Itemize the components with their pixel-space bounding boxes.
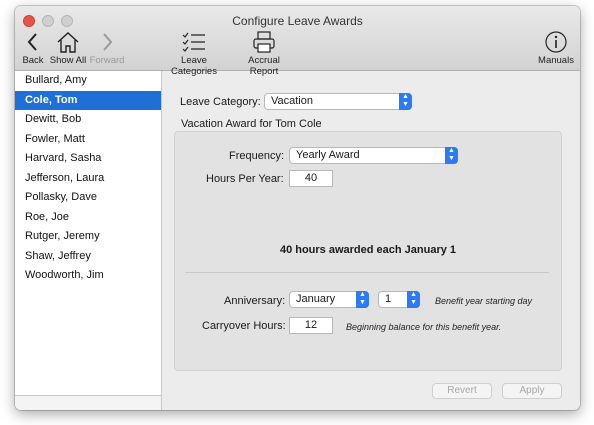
divider	[185, 272, 549, 273]
show-all-label: Show All	[49, 55, 87, 66]
employee-list-item[interactable]: Fowler, Matt	[15, 130, 161, 150]
chevron-updown-icon: ▲ ▼	[407, 291, 420, 308]
award-summary: 40 hours awarded each January 1	[279, 244, 457, 256]
frequency-label: Frequency:	[229, 150, 285, 162]
employee-list-item[interactable]: Cole, Tom	[15, 90, 161, 110]
employee-list-item[interactable]: Roe, Joe	[15, 208, 161, 228]
anniversary-month-select[interactable]: January ▲ ▼	[289, 291, 369, 308]
checklist-icon	[182, 32, 205, 52]
leave-categories-button[interactable]: Leave Categories	[159, 30, 229, 77]
manuals-button[interactable]: Manuals	[536, 30, 576, 66]
back-button[interactable]: Back	[19, 30, 47, 66]
carryover-note: Beginning balance for this benefit year.	[346, 322, 502, 332]
employee-list-item[interactable]: Harvard, Sasha	[15, 149, 161, 169]
employee-list-item[interactable]: Pollasky, Dave	[15, 188, 161, 208]
back-label: Back	[22, 55, 44, 66]
home-icon	[57, 32, 79, 53]
accrual-report-button[interactable]: Accrual Report	[233, 30, 295, 77]
chevron-left-icon	[27, 33, 37, 51]
manuals-label: Manuals	[538, 55, 574, 66]
titlebar: Configure Leave Awards Back Show All For…	[15, 6, 580, 77]
employee-list-item[interactable]: Woodworth, Jim	[15, 266, 161, 286]
employee-list-item[interactable]: Bullard, Amy	[15, 71, 161, 91]
printer-icon	[253, 31, 275, 53]
employee-list-item[interactable]: Jefferson, Laura	[15, 169, 161, 189]
info-icon	[545, 31, 567, 53]
chevron-updown-icon: ▲ ▼	[445, 147, 458, 164]
chevron-updown-icon: ▲ ▼	[399, 93, 412, 110]
employee-list: Bullard, Amy Cole, Tom Dewitt, Bob Fowler, …	[15, 71, 162, 410]
anniversary-label: Anniversary:	[224, 295, 286, 307]
apply-button[interactable]: Apply	[502, 383, 562, 399]
anniversary-day-select[interactable]: 1 ▲ ▼	[378, 291, 420, 308]
award-heading: Vacation Award for Tom Cole	[181, 118, 322, 130]
leave-category-select[interactable]: Vacation ▲ ▼	[264, 93, 412, 110]
forward-label: Forward	[89, 55, 125, 66]
leave-category-value: Vacation	[271, 95, 313, 107]
leave-category-label: Leave Category:	[180, 96, 261, 108]
anniversary-day-value: 1	[385, 293, 392, 305]
hours-per-year-field[interactable]: 40	[289, 170, 333, 187]
chevron-updown-icon: ▲ ▼	[356, 291, 369, 308]
employee-list-item[interactable]: Shaw, Jeffrey	[15, 247, 161, 267]
anniversary-note: Benefit year starting day	[435, 296, 533, 306]
show-all-button[interactable]: Show All	[49, 30, 87, 66]
configure-leave-awards-window: Configure Leave Awards Back Show All For…	[15, 6, 580, 410]
award-settings-panel: Leave Category: Vacation ▲ ▼ Vacation Awa…	[162, 71, 580, 410]
employee-list-item[interactable]: Rutger, Jeremy	[15, 227, 161, 247]
list-footer	[15, 395, 161, 410]
anniversary-month-value: January	[296, 293, 336, 305]
forward-button[interactable]: Forward	[89, 30, 125, 66]
frequency-select[interactable]: Yearly Award ▲ ▼	[289, 147, 458, 164]
chevron-right-icon	[103, 33, 113, 51]
hours-per-year-label: Hours Per Year:	[206, 173, 284, 185]
award-group-box: Frequency: Yearly Award ▲ ▼ Hours Per Yea…	[174, 131, 562, 371]
window-title: Configure Leave Awards	[232, 14, 363, 28]
revert-button[interactable]: Revert	[432, 383, 492, 399]
carryover-hours-label: Carryover Hours:	[202, 320, 286, 332]
frequency-value: Yearly Award	[296, 149, 360, 161]
employee-list-item[interactable]: Dewitt, Bob	[15, 110, 161, 130]
carryover-hours-field[interactable]: 12	[289, 317, 333, 334]
